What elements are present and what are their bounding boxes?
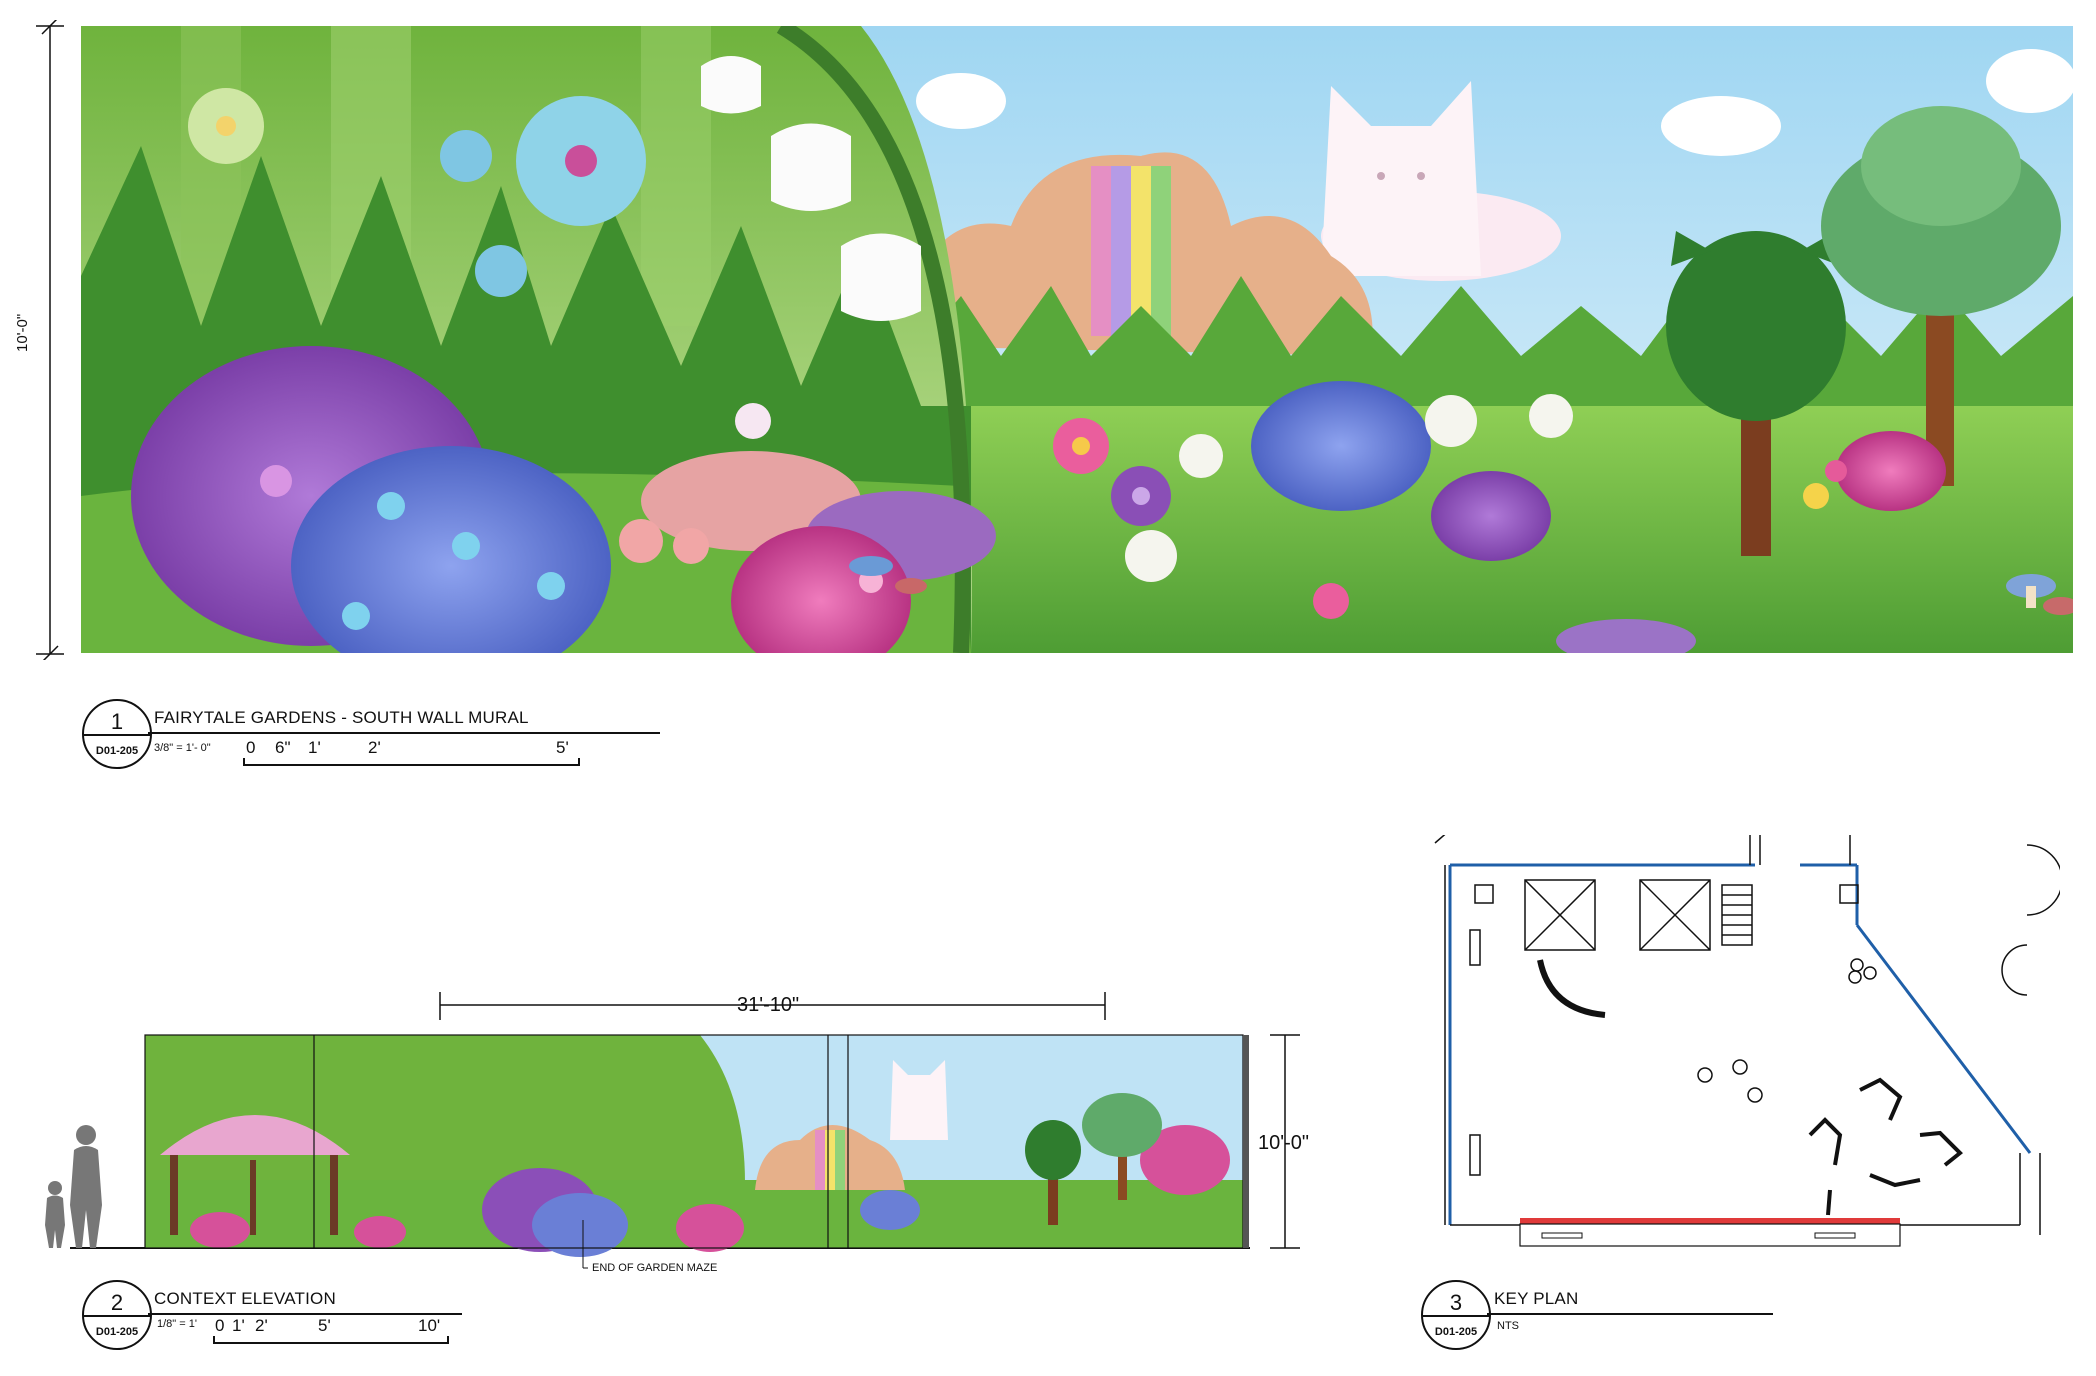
scale2-tick-5ft: 5' xyxy=(318,1316,331,1335)
drawing-2-title-underline xyxy=(148,1313,462,1315)
context-elevation xyxy=(45,992,1300,1269)
mural-height-dimension xyxy=(36,20,64,660)
mural-south-wall xyxy=(81,26,2073,653)
scale1-tick-1ft: 1' xyxy=(308,738,321,757)
drawing-1-tag-divider xyxy=(84,734,150,736)
scale1-tick-5ft: 5' xyxy=(556,738,569,757)
drawing-2-sheet: D01-205 xyxy=(95,1326,139,1338)
drawing-2-tag-divider xyxy=(84,1315,150,1317)
elevation-height-label: 10'-0" xyxy=(1258,1132,1309,1154)
scale2-tick-10ft: 10' xyxy=(418,1316,441,1335)
scale2-tick-1ft: 1' xyxy=(232,1316,245,1335)
mural-height-label: 10'-0" xyxy=(14,313,31,352)
elevation-width-label: 31'-10" xyxy=(737,994,800,1016)
scale1-tick-2ft: 2' xyxy=(368,738,381,757)
scale2-tick-0: 0 xyxy=(215,1316,225,1335)
drawing-3-title-underline xyxy=(1487,1313,1773,1315)
scale2-tick-2ft: 2' xyxy=(255,1316,268,1335)
mural-illustration xyxy=(81,26,2073,653)
drawing-1-title: FAIRYTALE GARDENS - SOUTH WALL MURAL xyxy=(154,708,529,727)
drawing-2-number: 2 xyxy=(110,1290,124,1315)
key-plan xyxy=(1434,835,2060,1247)
drawing-3-title: KEY PLAN xyxy=(1494,1289,1579,1308)
drawing-3-scale: NTS xyxy=(1497,1320,1519,1332)
scale1-tick-0: 0 xyxy=(246,738,256,757)
drawing-1-scale: 3/8" = 1'- 0" xyxy=(154,742,211,754)
drawing-1-sheet: D01-205 xyxy=(95,745,139,757)
drawing-2-scale-bar xyxy=(213,1336,449,1344)
drawing-2-title: CONTEXT ELEVATION xyxy=(154,1289,336,1308)
drawing-3-tag-divider xyxy=(1423,1315,1489,1317)
drawing-3-tag: 3 D01-205 xyxy=(1421,1280,1491,1350)
drawing-1-tag: 1 D01-205 xyxy=(82,699,152,769)
drawing-1-scale-bar xyxy=(243,758,580,766)
garden-maze-callout: END OF GARDEN MAZE xyxy=(592,1262,718,1274)
drawing-2-scale: 1/8" = 1' xyxy=(157,1318,197,1330)
drawing-3-sheet: D01-205 xyxy=(1434,1326,1478,1338)
scale1-tick-6in: 6" xyxy=(275,738,291,757)
drawing-2-tag: 2 D01-205 xyxy=(82,1280,152,1350)
drawing-3-number: 3 xyxy=(1449,1290,1463,1315)
drawing-1-number: 1 xyxy=(110,709,124,734)
drawing-1-title-underline xyxy=(148,732,660,734)
